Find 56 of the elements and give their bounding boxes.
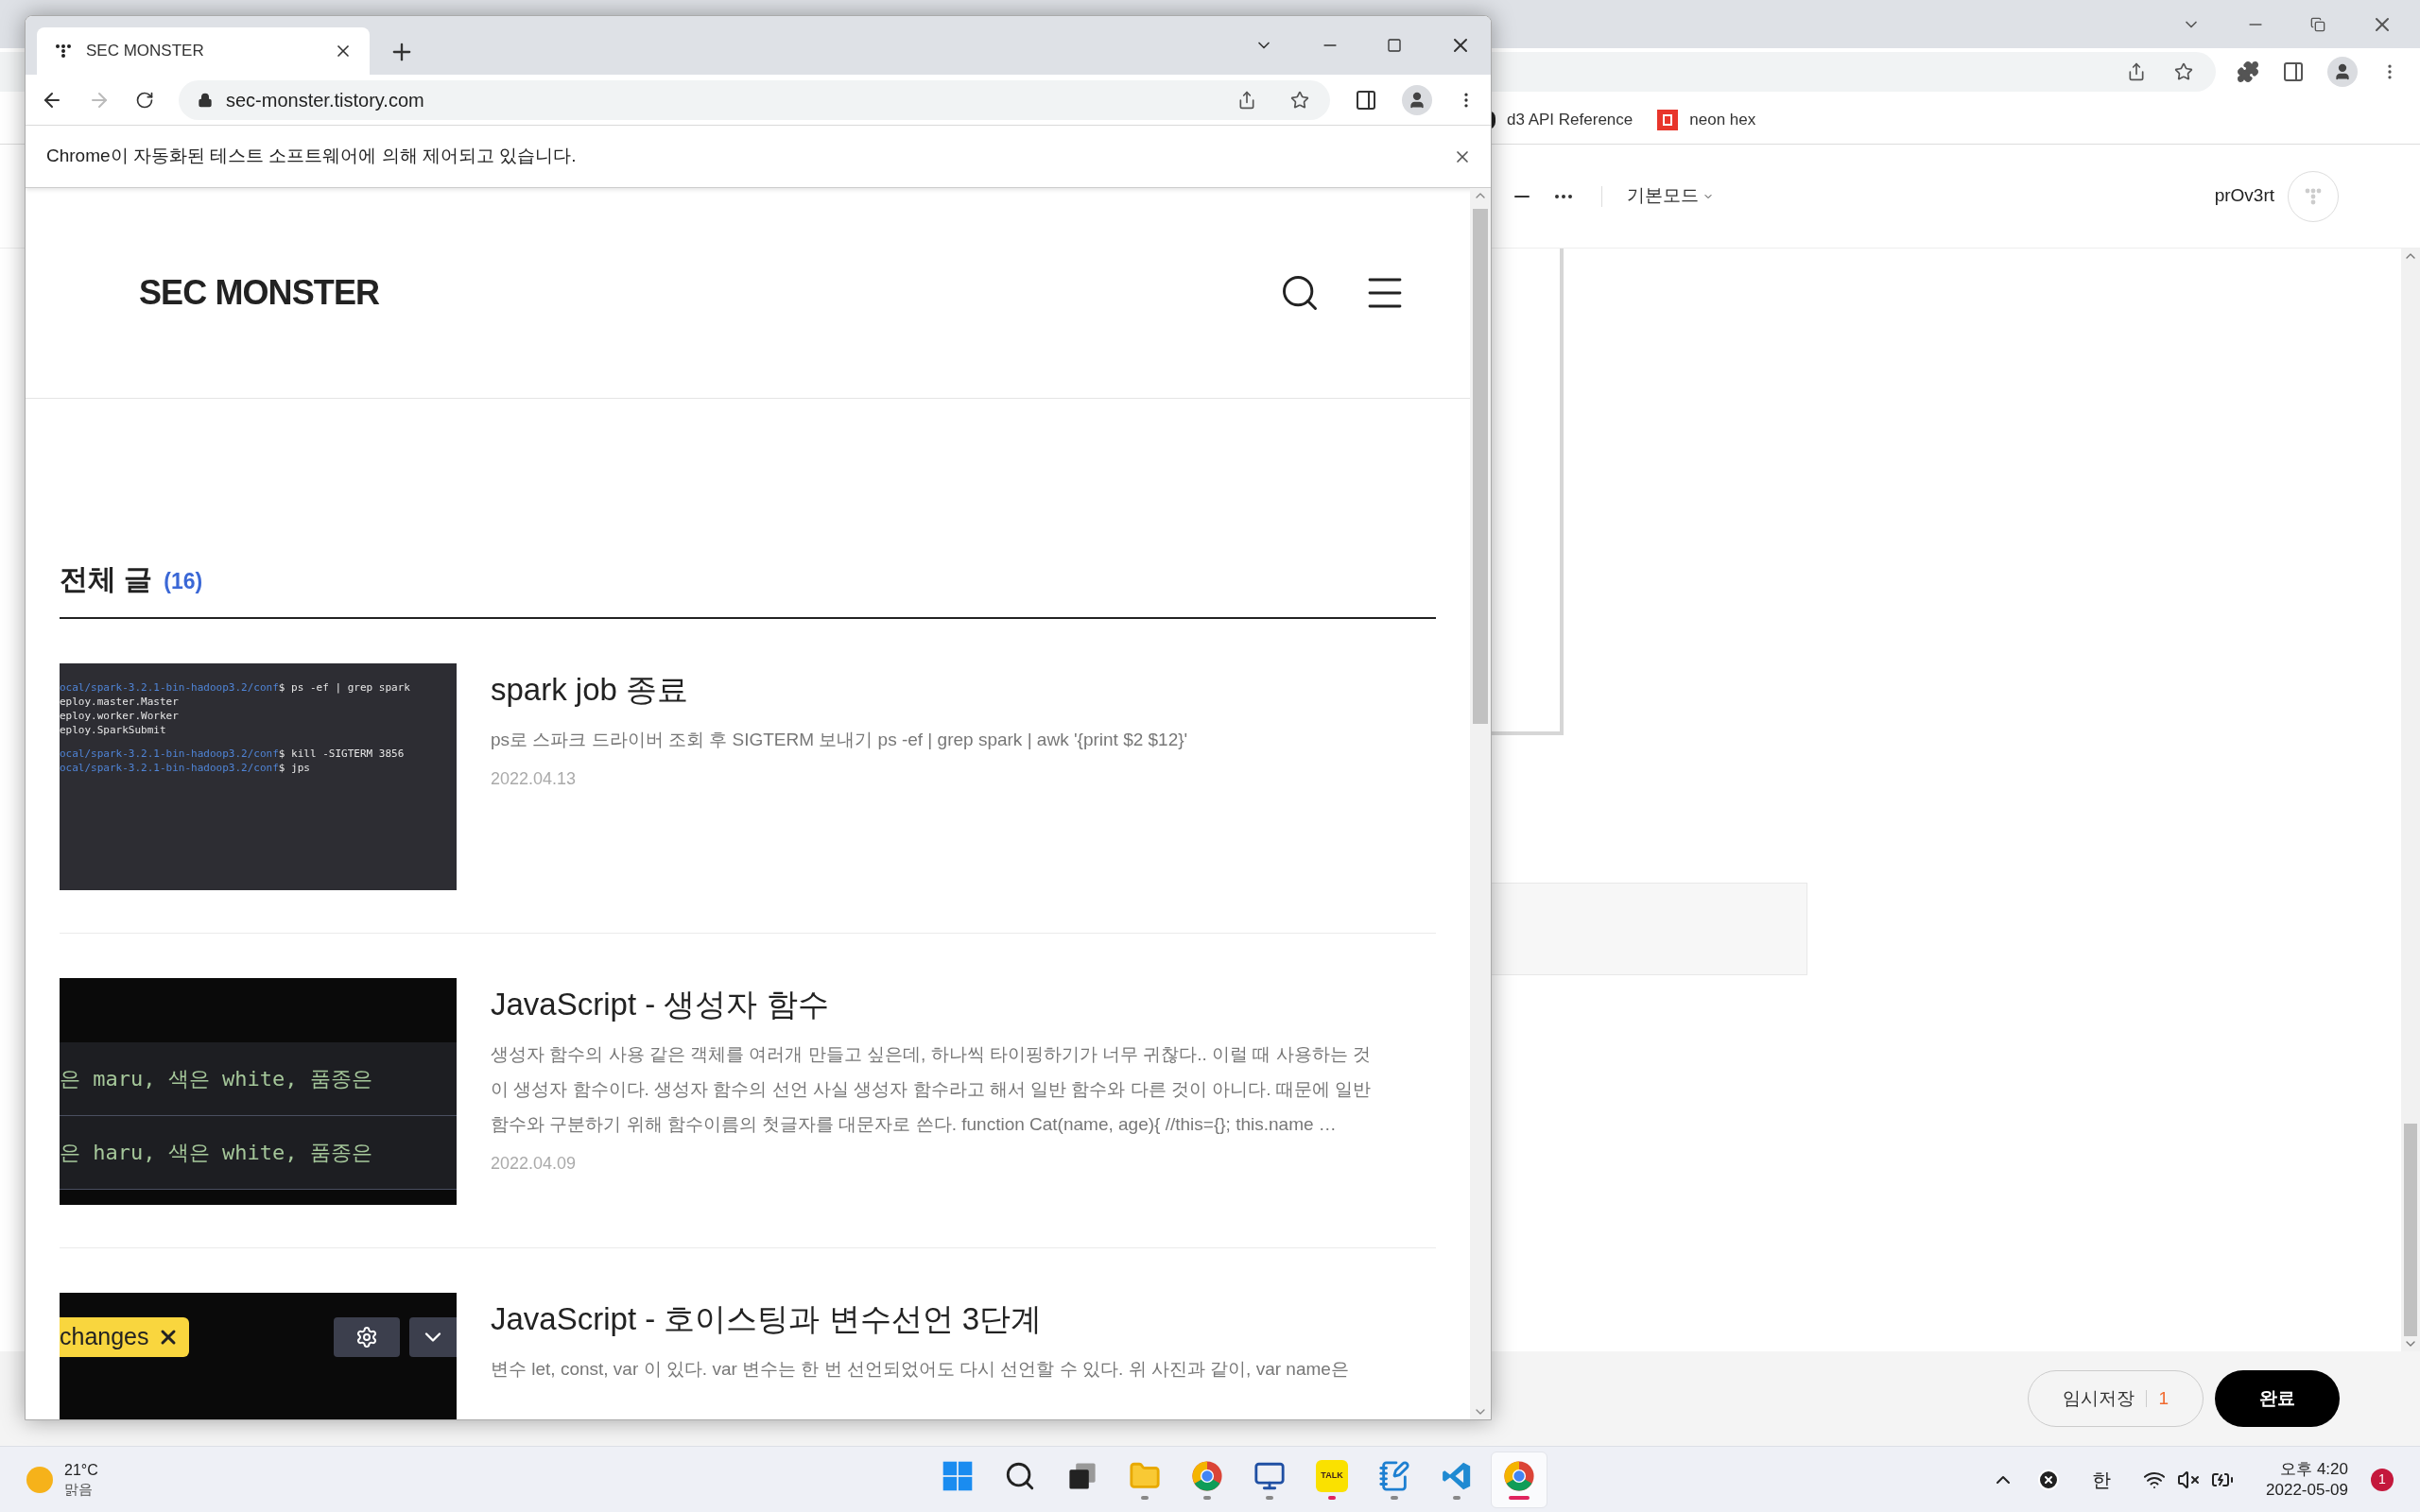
address-bar[interactable]: sec-monster.tistory.com [179, 79, 1330, 120]
profile-avatar[interactable] [2327, 57, 2358, 87]
scrollbar-thumb[interactable] [1473, 209, 1488, 724]
post-title[interactable]: spark job 종료 [491, 669, 1389, 711]
favicon-icon [54, 42, 73, 60]
post-title[interactable]: JavaScript - 호이스팅과 변수선언 3단계 [491, 1298, 1389, 1340]
terminal-line: eploy.master.Master [60, 695, 180, 709]
maximize-icon[interactable] [1387, 38, 1402, 53]
close-circle-icon[interactable] [2037, 1468, 2061, 1491]
done-button[interactable]: 완료 [2215, 1370, 2340, 1427]
temperature: 21°C [64, 1460, 98, 1480]
terminal-line: eploy.worker.Worker [60, 709, 180, 723]
bookmark-icon [1657, 109, 1679, 130]
post-title[interactable]: JavaScript - 생성자 함수 [491, 984, 1389, 1025]
mode-dropdown[interactable]: 기본모드 [1627, 182, 1714, 210]
chrome-icon[interactable] [1191, 1459, 1223, 1492]
input-method[interactable]: 한 [2092, 1465, 2112, 1494]
notepad-icon[interactable] [1378, 1459, 1410, 1492]
terminal-line: eploy.SparkSubmit [60, 723, 167, 737]
extensions-icon[interactable] [2237, 60, 2259, 83]
changes-chip: changes [60, 1317, 189, 1357]
share-icon[interactable] [2127, 62, 2146, 81]
bookmark-item[interactable]: neon hex [1657, 107, 1756, 132]
weather-condition: 맑음 [64, 1479, 94, 1499]
terminal-line: ocal/spark-3.2.1-bin-hadoop3.2/conf$ ps -ef | grep spark [60, 680, 411, 695]
post-summary: 변수 let, const, var 이 있다. var 변수는 한 번 선언되었어도 다시 선언할 수 있다. 위 사진과 같이, var name은 [491, 1358, 1350, 1381]
chrome-icon[interactable] [1503, 1459, 1535, 1492]
restore-icon[interactable] [2310, 16, 2325, 32]
thumbnail[interactable] [60, 663, 457, 890]
terminal-line: ocal/spark-3.2.1-bin-hadoop3.2/conf$ jps [60, 761, 311, 775]
post-date: 2022.04.13 [491, 768, 578, 790]
gear-icon [355, 1326, 378, 1349]
infobar-message: Chrome이 자동화된 테스트 소프트웨어에 의해 제어되고 있습니다. [46, 145, 578, 168]
clock-date[interactable]: 2022-05-09 [2266, 1479, 2348, 1501]
taskbar-app[interactable]: TALK [1304, 1451, 1360, 1508]
clock-time[interactable]: 오후 4:20 [2280, 1458, 2348, 1480]
post-summary: ps로 스파크 드라이버 조회 후 SIGTERM 보내기 ps -ef | grep spark | awk '{print $2 $12}' [491, 729, 1189, 751]
post-count: (16) [164, 568, 203, 595]
post-summary: 생성자 함수의 사용 같은 객체를 여러개 만들고 싶은데, 하나씩 타이핑하기가 너무 귀찮다.. 이럴 때 사용하는 것이 생성자 함수이다. 생성자 함수의 선언 사실 생성자 함수라고 해서 일반 함수와 다른 것이 아니다. 때문에 일반 함수와 구분하기 위해 함수이름의 첫글자를 대문자로 쓴다. function Cat(name, age){ //this={}; this.name … [491, 1043, 1373, 1136]
bookmark-star-icon[interactable] [2174, 62, 2193, 81]
thumbnail[interactable]: 은 maru, 색은 white, 품종은 은 haru, 색은 white, 품종은 [60, 978, 457, 1205]
terminal-line: ocal/spark-3.2.1-bin-hadoop3.2/conf$ kill -SIGTERM 3856 [60, 747, 406, 761]
profile-avatar[interactable] [1402, 84, 1432, 115]
blog-logo[interactable]: SEC MONSTER [139, 267, 1279, 318]
side-panel-icon[interactable] [2282, 60, 2305, 83]
browser-tab[interactable]: SEC MONSTER [37, 27, 370, 75]
start-icon[interactable] [942, 1459, 974, 1492]
notification-badge[interactable]: 1 [2371, 1468, 2394, 1491]
reload-icon[interactable] [135, 90, 154, 110]
scrollbar-thumb[interactable] [2404, 1124, 2417, 1336]
talk-icon[interactable]: TALK [1316, 1459, 1348, 1492]
post-date: 2022.04.09 [491, 1153, 578, 1175]
section-title: 전체 글 [60, 562, 153, 596]
thumbnail[interactable]: changes [60, 1293, 457, 1419]
side-panel-icon[interactable] [1355, 88, 1377, 112]
username: prOv3rt [2214, 184, 2274, 208]
